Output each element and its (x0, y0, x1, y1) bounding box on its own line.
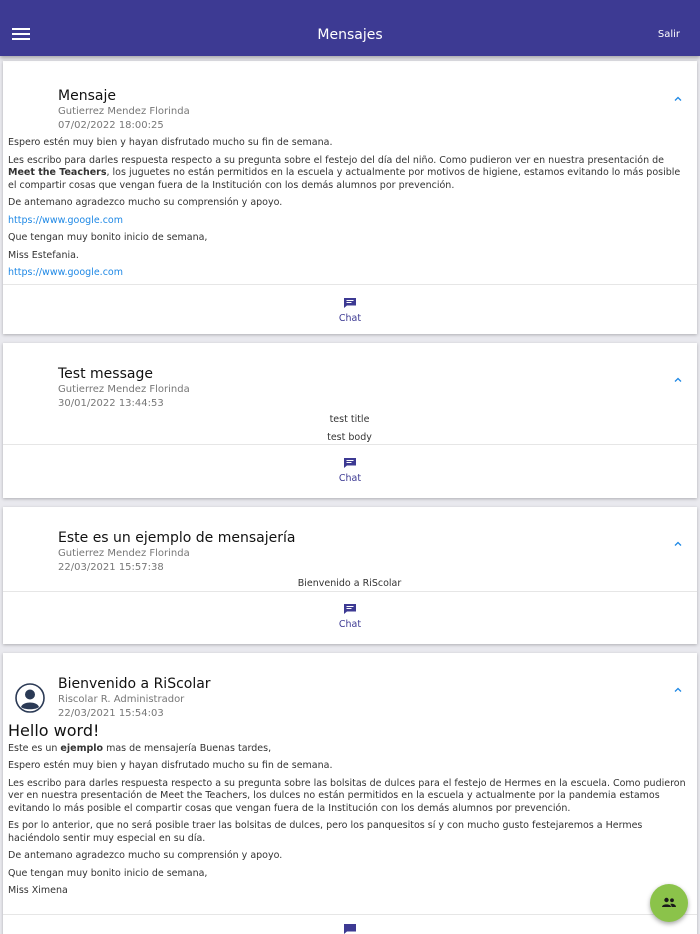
message-date: 30/01/2022 13:44:53 (58, 398, 164, 409)
body-bold-text: Meet the Teachers (8, 167, 107, 178)
chat-icon (344, 604, 356, 614)
chevron-up-icon[interactable] (673, 685, 683, 695)
body-paragraph: De antemano agradezco mucho su comprensi… (8, 850, 283, 861)
chat-icon (344, 458, 356, 468)
message-list: Mensaje Gutierrez Mendez Florinda 07/02/… (0, 56, 700, 934)
chevron-up-icon[interactable] (673, 375, 683, 385)
message-card: Mensaje Gutierrez Mendez Florinda 07/02/… (3, 61, 697, 334)
message-subject: Mensaje (58, 88, 116, 104)
account-circle-icon (15, 683, 45, 713)
message-date: 07/02/2022 18:00:25 (58, 120, 164, 131)
group-icon (662, 897, 676, 907)
chevron-up-icon[interactable] (673, 94, 683, 104)
message-subject: Test message (58, 366, 153, 382)
body-paragraph: Este es un ejemplo mas de mensajería Bue… (8, 743, 691, 756)
message-subject: Bienvenido a RiScolar (58, 676, 211, 692)
message-sender: Gutierrez Mendez Florinda (58, 548, 190, 559)
message-body: Hello word! Este es un ejemplo mas de me… (8, 721, 691, 903)
body-link[interactable]: https://www.google.com (8, 267, 691, 280)
divider (3, 444, 697, 445)
divider (3, 914, 697, 915)
divider (3, 591, 697, 592)
message-sender: Gutierrez Mendez Florinda (58, 384, 190, 395)
message-sender: Gutierrez Mendez Florinda (58, 106, 190, 117)
message-card: Este es un ejemplo de mensajería Gutierr… (3, 507, 697, 644)
body-paragraph: Que tengan muy bonito inicio de semana, (8, 232, 208, 243)
message-sender: Riscolar R. Administrador (58, 694, 185, 705)
body-link[interactable]: https://www.google.com (8, 215, 691, 228)
chat-label: Chat (338, 619, 362, 630)
top-toolbar: Mensajes Salir (0, 0, 700, 56)
message-date: 22/03/2021 15:57:38 (58, 562, 164, 573)
body-text: mas de mensajería Buenas tardes, (103, 742, 272, 754)
body-paragraph: Miss Estefania. (8, 249, 79, 261)
body-paragraph: test body (327, 431, 372, 443)
message-card: Test message Gutierrez Mendez Florinda 3… (3, 343, 697, 498)
body-text: , los juguetes no están permitidos en la… (8, 167, 681, 191)
body-paragraph: test title (329, 414, 370, 425)
chat-label: Chat (338, 473, 362, 484)
body-text: Este es un (8, 742, 61, 754)
chat-button[interactable]: Chat (3, 297, 697, 324)
body-paragraph: Que tengan muy bonito inicio de semana, (8, 867, 208, 879)
message-body: Espero estén muy bien y hayan disfrutado… (8, 137, 691, 285)
message-body: Bienvenido a RiScolar (8, 578, 691, 596)
body-paragraph: Les escribo para darles respuesta respec… (8, 155, 691, 193)
chat-icon[interactable] (343, 923, 357, 934)
logout-button[interactable]: Salir (658, 29, 680, 40)
body-paragraph: Es por lo anterior, que no será posible … (8, 820, 643, 844)
chat-label: Chat (338, 313, 362, 324)
chat-button[interactable]: Chat (3, 603, 697, 630)
page-title: Mensajes (317, 27, 383, 43)
body-paragraph: Les escribo para darles respuesta respec… (8, 777, 686, 814)
message-subject: Este es un ejemplo de mensajería (58, 530, 296, 546)
chat-icon (344, 298, 356, 308)
body-paragraph: Miss Ximena (8, 885, 68, 896)
body-paragraph: Espero estén muy bien y hayan disfrutado… (8, 137, 333, 148)
divider (3, 284, 697, 285)
chat-button[interactable]: Chat (3, 457, 697, 484)
body-paragraph: Espero estén muy bien y hayan disfrutado… (8, 760, 333, 771)
message-date: 22/03/2021 15:54:03 (58, 708, 164, 719)
chevron-up-icon[interactable] (673, 539, 683, 549)
body-paragraph: Bienvenido a RiScolar (297, 578, 402, 589)
body-heading: Hello word! (8, 721, 100, 740)
body-text: Les escribo para darles respuesta respec… (8, 154, 665, 166)
message-card: Bienvenido a RiScolar Riscolar R. Admini… (3, 653, 697, 934)
body-bold-text: ejemplo (60, 742, 104, 754)
body-paragraph: De antemano agradezco mucho su comprensi… (8, 197, 283, 208)
contacts-fab[interactable] (650, 884, 688, 922)
